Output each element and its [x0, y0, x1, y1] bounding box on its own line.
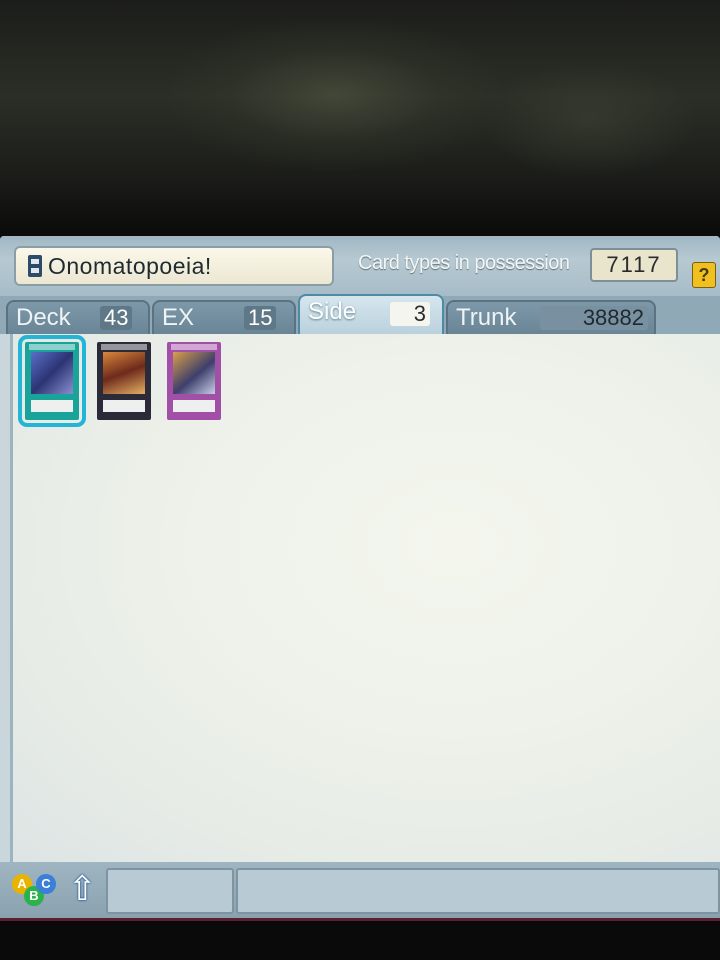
search-box[interactable] [236, 868, 720, 914]
help-button[interactable]: ? [692, 262, 716, 288]
tab-bar: Deck 43 EX 15 Side 3 Trunk 38882 [0, 294, 720, 336]
card-name-bar [101, 344, 147, 350]
device-bezel [0, 918, 720, 960]
tab-side[interactable]: Side 3 [298, 294, 444, 336]
card-slot-trap[interactable] [167, 342, 221, 420]
card-slot-monster[interactable] [97, 342, 151, 420]
possession-label: Card types in possession [358, 252, 570, 274]
tab-ex-label: EX [162, 304, 195, 331]
up-arrow-icon: ⇧ [68, 870, 97, 908]
card-text-box [173, 400, 215, 412]
card-art [103, 352, 145, 394]
tab-side-label: Side [308, 298, 357, 325]
tab-ex-count: 15 [244, 306, 277, 330]
deck-name-field[interactable]: Onomatopoeia! [14, 246, 334, 286]
background-glare-secondary [480, 60, 700, 180]
tab-deck-count: 43 [100, 306, 133, 330]
deck-header: Onomatopoeia! Card types in possession 7… [0, 236, 720, 296]
filter-box[interactable] [106, 868, 234, 914]
deck-name: Onomatopoeia! [48, 252, 212, 279]
card-text-box [103, 400, 145, 412]
sort-letter-c: C [36, 874, 56, 894]
tab-deck-label: Deck [16, 304, 71, 331]
tab-side-count: 3 [390, 302, 430, 326]
background-glare [170, 20, 500, 170]
sort-button[interactable]: A B C ⇧ [12, 870, 102, 910]
tab-deck[interactable]: Deck 43 [6, 300, 150, 334]
card-name-bar [171, 344, 217, 350]
card-text-box [31, 400, 73, 412]
card-art [31, 352, 73, 394]
tab-trunk-count: 38882 [540, 306, 648, 330]
side-deck-card-grid [10, 334, 720, 862]
possession-count: 7117 [590, 248, 678, 282]
tab-trunk-label: Trunk [456, 304, 517, 331]
deck-icon [28, 255, 42, 277]
tab-trunk[interactable]: Trunk 38882 [446, 300, 656, 334]
card-art [173, 352, 215, 394]
game-screen: Onomatopoeia! Card types in possession 7… [0, 236, 720, 918]
sort-abc-icon: A B C [12, 872, 60, 908]
card-name-bar [29, 344, 75, 350]
tab-ex[interactable]: EX 15 [152, 300, 296, 334]
card-slot-spell[interactable] [18, 335, 86, 427]
bottom-toolbar: A B C ⇧ [0, 862, 720, 918]
